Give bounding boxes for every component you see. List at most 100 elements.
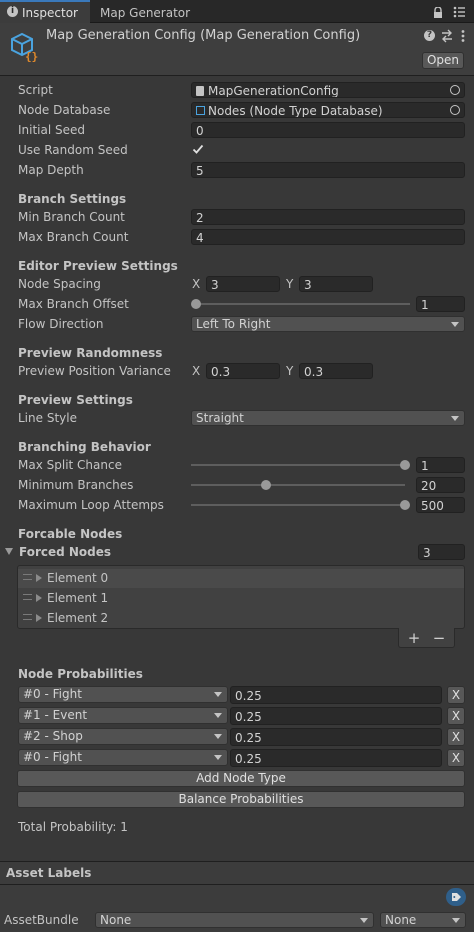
flow-direction-label: Flow Direction [18, 317, 104, 331]
max-branch-offset-field[interactable]: 1 [416, 296, 465, 312]
object-picker-icon[interactable] [450, 105, 460, 115]
drag-handle-icon[interactable] [23, 574, 32, 580]
remove-row-button[interactable]: X [447, 728, 465, 746]
line-style-value: Straight [196, 411, 244, 425]
minimum-branches-label: Minimum Branches [18, 478, 134, 492]
node-spacing-x-field[interactable]: 3 [206, 276, 280, 292]
node-spacing-y-field[interactable]: 3 [299, 276, 373, 292]
asset-labels-header: Asset Labels [6, 866, 92, 880]
page-title: Map Generation Config (Map Generation Co… [46, 28, 361, 43]
chevron-right-icon[interactable] [36, 614, 42, 622]
tab-inspector[interactable]: i Inspector [0, 0, 90, 23]
variance-y-field[interactable]: 0.3 [299, 363, 373, 379]
chevron-down-icon [451, 322, 459, 327]
use-random-seed-checkbox[interactable] [191, 142, 205, 156]
preset-icon[interactable] [440, 29, 454, 43]
max-split-chance-knob[interactable] [400, 460, 410, 470]
minimum-branches-track[interactable] [191, 484, 405, 486]
config-asset-icon: {} [8, 30, 40, 63]
list-item[interactable]: Element 1 [18, 589, 464, 608]
open-button[interactable]: Open [422, 52, 464, 69]
minimum-branches-knob[interactable] [260, 480, 271, 490]
maximum-loop-attempts-track[interactable] [191, 504, 405, 506]
max-branch-offset-knob[interactable] [191, 299, 201, 309]
script-value: MapGenerationConfig [208, 84, 339, 98]
y-axis-label: Y [286, 364, 294, 378]
probability-field[interactable]: 0.25 [230, 686, 442, 704]
chevron-right-icon[interactable] [36, 574, 42, 582]
minimum-branches-field[interactable]: 20 [416, 477, 465, 493]
node-type-dropdown[interactable]: #2 - Shop [18, 728, 228, 745]
help-icon[interactable]: ? [424, 30, 435, 41]
variance-x-field[interactable]: 0.3 [206, 363, 280, 379]
probability-field[interactable]: 0.25 [230, 749, 442, 767]
min-branch-count-label: Min Branch Count [18, 210, 125, 224]
probability-field[interactable]: 0.25 [230, 707, 442, 725]
list-item[interactable]: Element 2 [18, 609, 464, 628]
probability-field[interactable]: 0.25 [230, 728, 442, 746]
more-options-icon[interactable] [460, 29, 466, 43]
line-style-dropdown[interactable]: Straight [191, 410, 465, 426]
maximum-loop-attempts-field[interactable]: 500 [416, 497, 465, 513]
remove-row-button[interactable]: X [447, 686, 465, 704]
max-branch-offset-label: Max Branch Offset [18, 297, 129, 311]
chevron-down-icon [451, 416, 459, 421]
x-axis-label: X [192, 277, 201, 291]
list-item[interactable]: Element 0 [18, 569, 464, 588]
remove-row-button[interactable]: X [447, 707, 465, 725]
map-depth-label: Map Depth [18, 163, 84, 177]
map-depth-field[interactable]: 5 [191, 162, 465, 178]
remove-row-button[interactable]: X [447, 749, 465, 767]
node-type-dropdown[interactable]: #1 - Event [18, 707, 228, 724]
label-tag-icon[interactable] [446, 888, 466, 906]
menu-icon[interactable] [452, 6, 466, 18]
node-type-dropdown[interactable]: #0 - Fight [18, 749, 228, 766]
x-axis-label: X [192, 364, 201, 378]
max-split-chance-label: Max Split Chance [18, 458, 122, 472]
foldout-triangle-icon[interactable] [5, 548, 13, 555]
forced-nodes-label[interactable]: Forced Nodes [19, 544, 111, 560]
chevron-down-icon [452, 918, 460, 923]
header-divider [0, 75, 474, 76]
branch-settings-header: Branch Settings [18, 192, 127, 206]
max-branch-count-field[interactable]: 4 [191, 229, 465, 245]
max-branch-offset-track[interactable] [196, 303, 410, 305]
initial-seed-label: Initial Seed [18, 123, 86, 137]
svg-text:{}: {} [25, 50, 38, 62]
node-type-value: #1 - Event [23, 708, 88, 722]
drag-handle-icon[interactable] [23, 594, 32, 600]
chevron-down-icon [214, 692, 222, 697]
preview-settings-header: Preview Settings [18, 393, 133, 407]
remove-element-button[interactable]: − [431, 630, 447, 646]
flow-direction-value: Left To Right [196, 317, 271, 331]
max-split-chance-track[interactable] [191, 464, 405, 466]
forcable-nodes-header: Forcable Nodes [18, 527, 123, 541]
node-type-value: #2 - Shop [23, 729, 83, 743]
drag-handle-icon[interactable] [23, 614, 32, 620]
lock-icon[interactable] [433, 6, 443, 18]
object-picker-icon[interactable] [450, 85, 460, 95]
initial-seed-field[interactable]: 0 [191, 122, 465, 138]
node-type-dropdown[interactable]: #0 - Fight [18, 686, 228, 703]
tab-map-generator[interactable]: Map Generator [90, 0, 200, 22]
assetbundle-variant-dropdown[interactable]: None [380, 912, 466, 928]
add-node-type-button[interactable]: Add Node Type [17, 770, 465, 787]
chevron-down-icon [214, 734, 222, 739]
forced-nodes-count-field[interactable]: 3 [418, 544, 465, 560]
chevron-right-icon[interactable] [36, 594, 42, 602]
node-database-value: Nodes (Node Type Database) [208, 104, 383, 118]
min-branch-count-field[interactable]: 2 [191, 209, 465, 225]
script-field[interactable]: MapGenerationConfig [191, 82, 465, 98]
node-database-field[interactable]: Nodes (Node Type Database) [191, 102, 465, 118]
assetbundle-dropdown[interactable]: None [95, 912, 374, 928]
balance-probabilities-button[interactable]: Balance Probabilities [17, 791, 465, 808]
database-asset-icon [196, 106, 205, 115]
asset-labels-underline [0, 884, 474, 885]
max-split-chance-field[interactable]: 1 [416, 457, 465, 473]
node-type-value: #0 - Fight [23, 750, 82, 764]
flow-direction-dropdown[interactable]: Left To Right [191, 316, 465, 332]
editor-preview-header: Editor Preview Settings [18, 259, 178, 273]
add-element-button[interactable]: + [406, 630, 422, 646]
maximum-loop-attempts-knob[interactable] [400, 500, 410, 510]
maximum-loop-attempts-label: Maximum Loop Attemps [18, 498, 164, 512]
